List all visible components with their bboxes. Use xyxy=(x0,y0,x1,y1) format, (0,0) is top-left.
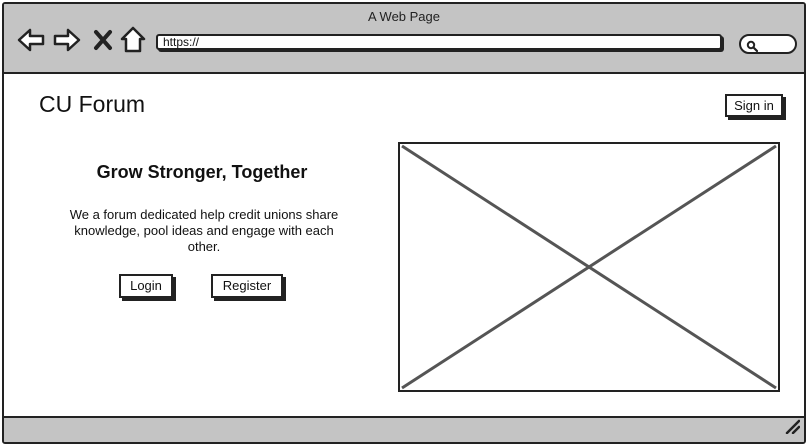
search-field[interactable] xyxy=(739,34,797,54)
url-input[interactable]: https:// xyxy=(156,34,722,50)
browser-toolbar: A Web Page https:// xyxy=(4,4,804,74)
hero-description: We a forum dedicated help credit unions … xyxy=(69,207,339,254)
hero-title: Grow Stronger, Together xyxy=(96,162,308,182)
search-icon xyxy=(746,39,759,57)
window-title: A Web Page xyxy=(367,9,441,24)
forward-arrow-icon[interactable] xyxy=(52,25,82,55)
sign-in-button[interactable]: Sign in xyxy=(725,94,783,117)
browser-window: A Web Page https:// CU Forum Sign in Gro… xyxy=(2,2,806,444)
image-placeholder xyxy=(398,142,780,392)
page-content: CU Forum Sign in Grow Stronger, Together… xyxy=(4,74,804,420)
back-arrow-icon[interactable] xyxy=(16,25,46,55)
home-icon[interactable] xyxy=(118,25,148,55)
resize-grip-icon[interactable] xyxy=(784,418,801,439)
site-logo[interactable]: CU Forum xyxy=(39,91,145,118)
login-button[interactable]: Login xyxy=(119,274,173,298)
close-icon[interactable] xyxy=(88,25,118,55)
image-placeholder-cross-icon xyxy=(401,144,777,390)
register-button[interactable]: Register xyxy=(211,274,283,298)
status-bar xyxy=(4,416,804,442)
